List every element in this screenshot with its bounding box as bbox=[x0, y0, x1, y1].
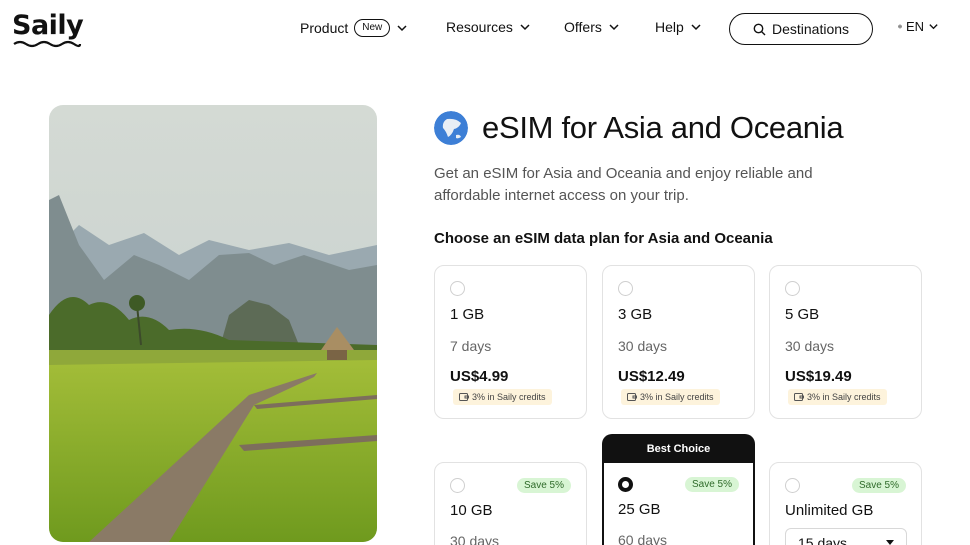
nav-help[interactable]: Help bbox=[655, 19, 702, 35]
saily-logo[interactable]: Saily bbox=[12, 10, 84, 41]
plan-days: 30 days bbox=[785, 338, 835, 354]
language-selector[interactable]: EN bbox=[898, 19, 939, 34]
nav-resources-label: Resources bbox=[446, 19, 513, 35]
plan-radio[interactable] bbox=[618, 281, 633, 296]
asia-oceania-globe-icon bbox=[434, 111, 468, 145]
plan-price: US$12.49 bbox=[618, 368, 685, 385]
save-badge: Save 5% bbox=[851, 478, 906, 493]
plan-data: 25 GB bbox=[618, 501, 661, 518]
page-title: eSIM for Asia and Oceania bbox=[482, 110, 844, 145]
nav-offers[interactable]: Offers bbox=[564, 19, 620, 35]
credit-text: 3% in Saily credits bbox=[472, 392, 546, 402]
plan-data: Unlimited GB bbox=[785, 502, 874, 519]
nav-product[interactable]: Product New bbox=[300, 19, 408, 37]
landscape-illustration bbox=[49, 105, 377, 542]
chevron-down-icon bbox=[609, 24, 619, 31]
credit-badge: 3% in Saily credits bbox=[788, 389, 887, 405]
plan-radio-selected[interactable] bbox=[618, 477, 633, 492]
plan-data: 5 GB bbox=[785, 306, 820, 323]
plan-days: 30 days bbox=[618, 338, 668, 354]
plan-card-10gb[interactable]: Save 5% 10 GB 30 days bbox=[434, 462, 587, 545]
search-icon bbox=[753, 23, 766, 35]
credit-text: 3% in Saily credits bbox=[640, 392, 714, 402]
destination-photo bbox=[49, 105, 377, 542]
chevron-down-icon bbox=[397, 25, 407, 32]
plan-price: US$19.49 bbox=[785, 368, 852, 385]
destinations-button[interactable]: Destinations bbox=[729, 13, 873, 45]
plan-data: 1 GB bbox=[450, 306, 485, 323]
plan-data: 3 GB bbox=[618, 306, 653, 323]
plan-card-1gb[interactable]: 1 GB 7 days US$4.99 3% in Saily credits bbox=[434, 265, 587, 419]
best-choice-tag: Best Choice bbox=[602, 434, 755, 464]
new-badge: New bbox=[354, 19, 391, 37]
plan-days: 7 days bbox=[450, 338, 492, 354]
plan-card-unlimited[interactable]: Save 5% Unlimited GB 15 days bbox=[769, 462, 922, 545]
globe-icon bbox=[898, 24, 902, 29]
destinations-label: Destinations bbox=[771, 21, 850, 37]
logo-wave-icon bbox=[13, 40, 82, 48]
save-badge: Save 5% bbox=[516, 478, 571, 493]
duration-value: 15 days bbox=[798, 535, 848, 545]
chevron-down-icon bbox=[691, 24, 701, 31]
nav-help-label: Help bbox=[655, 19, 684, 35]
wallet-icon bbox=[794, 393, 804, 401]
plan-radio[interactable] bbox=[450, 281, 465, 296]
nav-product-label: Product bbox=[300, 20, 349, 36]
language-label: EN bbox=[906, 19, 925, 34]
nav-resources[interactable]: Resources bbox=[446, 19, 531, 35]
credit-badge: 3% in Saily credits bbox=[621, 389, 720, 405]
plan-card-25gb[interactable]: Save 5% 25 GB 60 days bbox=[602, 463, 755, 545]
nav-offers-label: Offers bbox=[564, 19, 602, 35]
credit-text: 3% in Saily credits bbox=[807, 392, 881, 402]
plan-card-3gb[interactable]: 3 GB 30 days US$12.49 3% in Saily credit… bbox=[602, 265, 755, 419]
caret-down-icon bbox=[886, 540, 894, 545]
site-header: Saily Product New Resources Offers Help … bbox=[0, 0, 970, 60]
plan-radio[interactable] bbox=[785, 281, 800, 296]
plan-radio[interactable] bbox=[785, 478, 800, 493]
plan-heading: Choose an eSIM data plan for Asia and Oc… bbox=[434, 230, 773, 247]
credit-badge: 3% in Saily credits bbox=[453, 389, 552, 405]
wallet-icon bbox=[459, 393, 469, 401]
wallet-icon bbox=[627, 393, 637, 401]
page-subtitle: Get an eSIM for Asia and Oceania and enj… bbox=[434, 165, 813, 204]
duration-select[interactable]: 15 days bbox=[785, 528, 907, 545]
save-badge: Save 5% bbox=[684, 477, 739, 492]
plan-card-5gb[interactable]: 5 GB 30 days US$19.49 3% in Saily credit… bbox=[769, 265, 922, 419]
chevron-down-icon bbox=[520, 24, 530, 31]
plan-data: 10 GB bbox=[450, 502, 493, 519]
page-title-row: eSIM for Asia and Oceania bbox=[434, 110, 844, 146]
chevron-down-icon bbox=[929, 24, 938, 30]
plan-price: US$4.99 bbox=[450, 368, 509, 385]
plan-days: 60 days bbox=[618, 532, 668, 545]
plan-days: 30 days bbox=[450, 533, 500, 545]
plan-radio[interactable] bbox=[450, 478, 465, 493]
